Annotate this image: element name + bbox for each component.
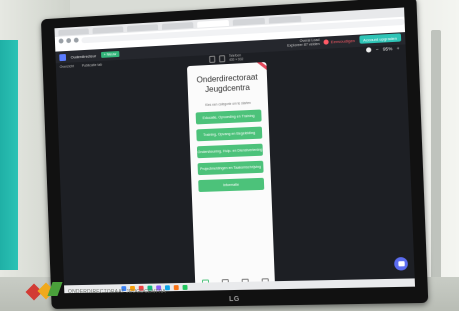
browser-tab[interactable]: [232, 17, 265, 26]
screen-subtitle: Kies een categorie om te starten: [205, 100, 251, 108]
browser-tab[interactable]: [161, 21, 194, 30]
subnav-publish[interactable]: Publicatie tab: [82, 63, 103, 68]
wall-poster: [0, 40, 18, 270]
preview-ribbon: [257, 61, 271, 72]
phone-icon[interactable]: [219, 55, 226, 63]
menu-button-support[interactable]: Ondersteuning, Hulp- en Dienstverlening: [196, 143, 263, 159]
plan-icon: [323, 38, 329, 45]
browser-tab-active[interactable]: [197, 19, 229, 28]
chat-button[interactable]: [393, 256, 409, 271]
zoom-out-button[interactable]: −: [376, 47, 379, 52]
organization-logo: ONDERDIRECTORAAT JEUGDCENTRA: [25, 281, 188, 303]
project-name[interactable]: Ouderdirecteur: [71, 53, 97, 59]
new-button[interactable]: + Nieuw: [100, 51, 120, 58]
plan-label: Eenvoudigen: [330, 37, 355, 44]
wall-rail: [431, 30, 441, 290]
browser-tab[interactable]: [268, 15, 302, 24]
menu-button-info[interactable]: Informatie: [198, 177, 265, 193]
menu-button-training[interactable]: Training, Opvang en Begeleiding: [196, 126, 263, 142]
usage-line-2: Exploreer 87 velden: [287, 41, 320, 48]
phone-preview: Onderdirectoraat Jeugdcentra Kies een ca…: [186, 61, 276, 291]
app-builder: Ouderdirecteur + Nieuw Overal Load Explo…: [55, 32, 415, 291]
device-size: 430 × 932: [229, 56, 244, 62]
plan-badge[interactable]: Eenvoudigen: [323, 37, 355, 45]
device-info: Telefoon 430 × 932: [229, 53, 244, 62]
browser-tab[interactable]: [126, 23, 159, 32]
device-selector: Telefoon 430 × 932: [209, 53, 244, 64]
browser-tab[interactable]: [92, 25, 124, 34]
organization-logo-text: ONDERDIRECTORAAT JEUGDCENTRA: [68, 289, 166, 295]
monitor-brand-logo: LG: [228, 295, 240, 304]
app-logo-icon[interactable]: [59, 53, 67, 61]
screen-title: Onderdirectoraat Jeugdcentra: [187, 72, 267, 96]
upgrade-button[interactable]: Account upgraden: [358, 33, 402, 44]
reload-icon[interactable]: [73, 37, 79, 43]
organization-logo-icon: [25, 282, 63, 302]
back-icon[interactable]: [58, 38, 64, 44]
monitor: Ouderdirecteur + Nieuw Overal Load Explo…: [40, 0, 429, 309]
zoom-level: 95%: [382, 46, 393, 52]
chat-icon: [397, 261, 405, 267]
menu-button-projects[interactable]: Projectmeldingen en Taakomschrijving: [197, 160, 264, 176]
zoom-in-button[interactable]: +: [396, 46, 399, 51]
theme-toggle-icon[interactable]: [366, 47, 372, 53]
tablet-icon[interactable]: [209, 55, 216, 64]
usage-limits: Overal Load Exploreer 87 velden: [287, 38, 320, 48]
forward-icon[interactable]: [66, 38, 72, 44]
subnav-overview[interactable]: Overzicht: [60, 64, 75, 69]
browser-tab[interactable]: [58, 27, 89, 36]
screen: Ouderdirecteur + Nieuw Overal Load Explo…: [54, 7, 416, 294]
menu-button-education[interactable]: Educatie, Opvoeding en Training: [195, 109, 262, 125]
